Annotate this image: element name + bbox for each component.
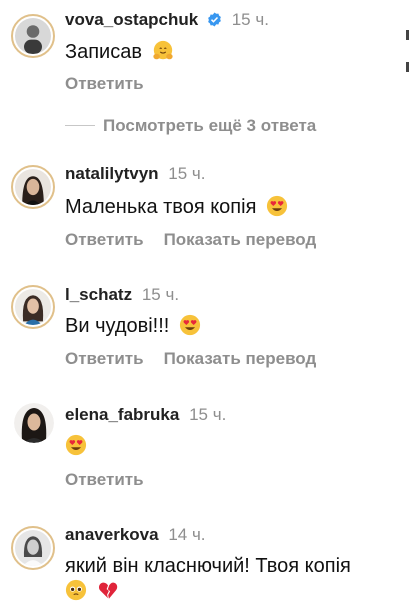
show-translation-button[interactable]: Показать перевод [164, 230, 317, 249]
comment-meta: natalilytvyn 15 ч. [65, 164, 206, 184]
reply-button[interactable]: Ответить [65, 470, 144, 489]
replies-divider [65, 125, 95, 126]
reply-button[interactable]: Ответить [65, 74, 144, 93]
comment-meta: elena_fabruka 15 ч. [65, 405, 226, 425]
avatar[interactable] [11, 526, 55, 570]
comment-time: 15 ч. [231, 10, 269, 29]
hug-emoji-icon [152, 40, 173, 60]
broken-heart-emoji-icon [98, 582, 117, 599]
reply-button[interactable]: Ответить [65, 349, 144, 368]
comment-actions: Ответить [65, 470, 144, 490]
comment-actions: Ответить [65, 74, 144, 94]
show-translation-button[interactable]: Показать перевод [164, 349, 317, 368]
pleading-face-emoji-icon [65, 579, 87, 601]
view-replies-label: Посмотреть ещё 3 ответа [103, 116, 317, 135]
view-replies-link[interactable]: Посмотреть ещё 3 ответа [65, 116, 316, 136]
comment-text-emoji-line [65, 579, 119, 603]
username[interactable]: anaverkova [65, 525, 159, 544]
username[interactable]: vova_ostapchuk [65, 10, 198, 29]
comment-text: Записав [65, 40, 174, 64]
comment-text [65, 434, 87, 458]
comment-text-content: Записав [65, 41, 142, 63]
heart-eyes-emoji-icon [179, 314, 201, 336]
heart-eyes-emoji-icon [266, 195, 288, 217]
comment-time: 14 ч. [168, 525, 206, 544]
comment-time: 15 ч. [168, 164, 206, 183]
comment-time: 15 ч. [141, 285, 180, 304]
username[interactable]: elena_fabruka [65, 405, 179, 424]
comment-text-content: Ви чудові!!! [65, 315, 170, 337]
avatar[interactable] [11, 165, 55, 209]
heart-eyes-emoji-icon [65, 434, 87, 456]
comment-text-content: Маленька твоя копія [65, 196, 257, 218]
avatar[interactable] [14, 403, 54, 443]
verified-badge-icon [208, 12, 221, 27]
comment-time: 15 ч. [189, 405, 227, 424]
avatar[interactable] [11, 285, 55, 329]
comment-text-content: який він класнючий! Твоя копія [65, 555, 351, 577]
comment-meta: vova_ostapchuk 15 ч. [65, 10, 269, 30]
comment-actions: Ответить Показать перевод [65, 230, 316, 250]
avatar[interactable] [11, 14, 55, 58]
comment-meta: l_schatz 15 ч. [65, 285, 179, 305]
comment-text: який він класнючий! Твоя копія [65, 555, 351, 578]
comment-meta: anaverkova 14 ч. [65, 525, 206, 545]
comment-text: Маленька твоя копія [65, 195, 288, 219]
comment-actions: Ответить Показать перевод [65, 349, 316, 369]
reply-button[interactable]: Ответить [65, 230, 144, 249]
username[interactable]: l_schatz [65, 285, 132, 304]
username[interactable]: natalilytvyn [65, 164, 159, 183]
comment-text: Ви чудові!!! [65, 314, 201, 338]
